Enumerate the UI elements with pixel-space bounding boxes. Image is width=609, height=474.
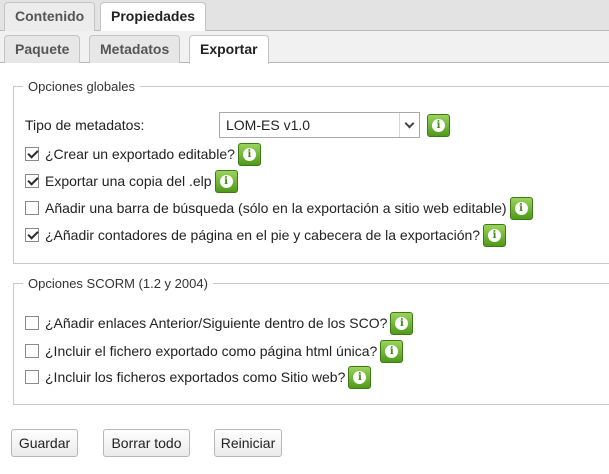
option-single-html[interactable]: ¿Incluir el fichero exportado como págin…: [25, 339, 404, 363]
option-label: ¿Crear un exportado editable?: [45, 146, 235, 162]
info-icon[interactable]: i: [348, 365, 372, 389]
checkbox-single-html[interactable]: [25, 344, 39, 358]
tab-metadatos[interactable]: Metadatos: [89, 35, 181, 63]
option-label: ¿Añadir enlaces Anterior/Siguiente dentr…: [45, 315, 388, 331]
info-icon[interactable]: i: [483, 223, 507, 247]
option-search-bar[interactable]: Añadir una barra de búsqueda (sólo en la…: [25, 196, 533, 220]
option-label: Añadir una barra de búsqueda (sólo en la…: [45, 200, 507, 216]
checkbox-search-bar[interactable]: [25, 201, 39, 215]
save-button[interactable]: Guardar: [11, 429, 78, 457]
option-website[interactable]: ¿Incluir los ficheros exportados como Si…: [25, 365, 372, 389]
global-options-legend: Opciones globales: [28, 79, 135, 94]
info-icon[interactable]: i: [390, 311, 414, 335]
checkbox-copy-elp[interactable]: [25, 174, 39, 188]
option-label: ¿Incluir los ficheros exportados como Si…: [45, 369, 346, 385]
clear-all-button[interactable]: Borrar todo: [103, 429, 190, 457]
main-tabbar: Contenido Propiedades: [0, 0, 609, 32]
info-icon[interactable]: i: [237, 142, 261, 166]
option-prev-next-links[interactable]: ¿Añadir enlaces Anterior/Siguiente dentr…: [25, 311, 414, 335]
info-icon[interactable]: i: [427, 114, 450, 137]
info-icon[interactable]: i: [214, 169, 238, 193]
tab-contenido[interactable]: Contenido: [4, 2, 96, 31]
checkbox-editable-export[interactable]: [25, 147, 39, 161]
checkbox-prev-next-links[interactable]: [25, 316, 39, 330]
checkbox-website[interactable]: [25, 370, 39, 384]
scorm-options-legend: Opciones SCORM (1.2 y 2004): [28, 276, 208, 291]
option-label: ¿Incluir el fichero exportado como págin…: [45, 343, 378, 359]
tab-paquete[interactable]: Paquete: [4, 35, 81, 63]
tab-propiedades[interactable]: Propiedades: [100, 2, 207, 32]
option-copy-elp[interactable]: Exportar una copia del .elp i: [25, 169, 238, 193]
option-label: ¿Añadir contadores de página en el pie y…: [45, 227, 481, 243]
metadata-type-row: Tipo de metadatos:: [25, 114, 144, 136]
metadata-type-value: LOM-ES v1.0: [226, 117, 311, 133]
info-icon[interactable]: i: [509, 196, 533, 220]
metadata-type-label: Tipo de metadatos:: [25, 117, 145, 133]
chevron-down-icon[interactable]: [399, 113, 419, 137]
tab-exportar[interactable]: Exportar: [189, 35, 269, 64]
info-icon[interactable]: i: [380, 339, 404, 363]
metadata-type-select[interactable]: LOM-ES v1.0: [219, 112, 420, 138]
checkbox-page-counters[interactable]: [25, 228, 39, 242]
option-page-counters[interactable]: ¿Añadir contadores de página en el pie y…: [25, 223, 507, 247]
sub-tabbar: Paquete Metadatos Exportar: [0, 31, 609, 64]
option-label: Exportar una copia del .elp: [45, 173, 212, 189]
option-editable-export[interactable]: ¿Crear un exportado editable? i: [25, 142, 261, 166]
reset-button[interactable]: Reiniciar: [214, 429, 282, 457]
